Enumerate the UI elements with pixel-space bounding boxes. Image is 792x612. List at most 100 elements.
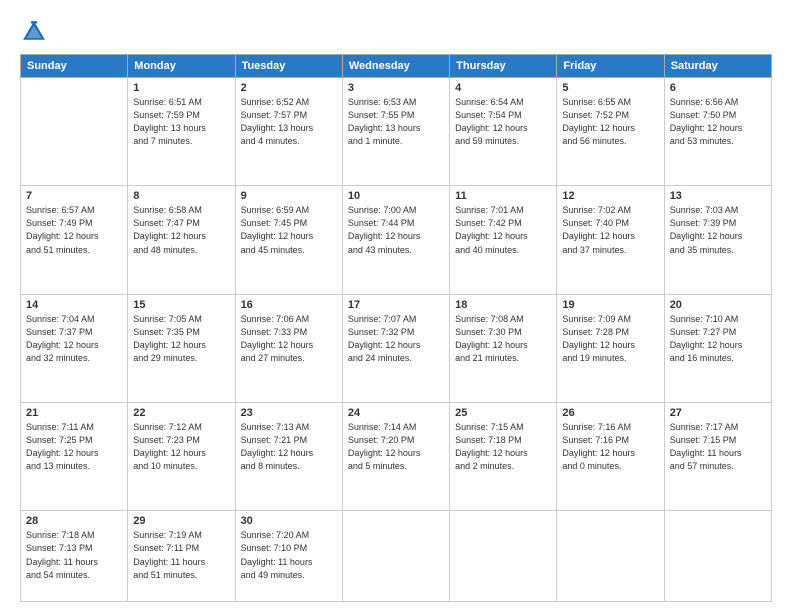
calendar-cell: 14 Sunrise: 7:04 AMSunset: 7:37 PMDayligh… <box>21 294 128 402</box>
day-number: 21 <box>26 407 122 419</box>
calendar-cell: 25Sunrise: 7:15 AMSunset: 7:18 PMDayligh… <box>450 403 557 511</box>
logo-icon <box>20 18 48 46</box>
calendar-cell: 9 Sunrise: 6:59 AMSunset: 7:45 PMDaylight… <box>235 186 342 294</box>
calendar-week-4: 21 Sunrise: 7:11 AMSunset: 7:25 PMDayligh… <box>21 403 772 511</box>
calendar-cell: 24 Sunrise: 7:14 AMSunset: 7:20 PMDayligh… <box>342 403 449 511</box>
calendar-cell <box>557 511 664 602</box>
day-info: Sunrise: 6:56 AMSunset: 7:50 PMDaylight:… <box>670 96 766 148</box>
day-info: Sunrise: 7:01 AMSunset: 7:42 PMDaylight:… <box>455 204 551 256</box>
calendar-cell: 3 Sunrise: 6:53 AMSunset: 7:55 PMDaylight… <box>342 78 449 186</box>
day-number: 4 <box>455 82 551 94</box>
calendar-week-5: 28 Sunrise: 7:18 AMSunset: 7:13 PMDayligh… <box>21 511 772 602</box>
day-info: Sunrise: 7:02 AMSunset: 7:40 PMDaylight:… <box>562 204 658 256</box>
header <box>20 18 772 46</box>
day-number: 7 <box>26 190 122 202</box>
calendar-cell: 18Sunrise: 7:08 AMSunset: 7:30 PMDayligh… <box>450 294 557 402</box>
day-number: 26 <box>562 407 658 419</box>
page: SundayMondayTuesdayWednesdayThursdayFrid… <box>0 0 792 612</box>
day-number: 14 <box>26 299 122 311</box>
day-number: 12 <box>562 190 658 202</box>
calendar-cell: 12 Sunrise: 7:02 AMSunset: 7:40 PMDayligh… <box>557 186 664 294</box>
day-number: 27 <box>670 407 766 419</box>
day-info: Sunrise: 7:10 AMSunset: 7:27 PMDaylight:… <box>670 313 766 365</box>
day-number: 19 <box>562 299 658 311</box>
day-number: 30 <box>241 515 337 527</box>
calendar-cell: 20Sunrise: 7:10 AMSunset: 7:27 PMDayligh… <box>664 294 771 402</box>
day-number: 5 <box>562 82 658 94</box>
day-info: Sunrise: 6:53 AMSunset: 7:55 PMDaylight:… <box>348 96 444 148</box>
day-number: 2 <box>241 82 337 94</box>
calendar-cell: 21 Sunrise: 7:11 AMSunset: 7:25 PMDayligh… <box>21 403 128 511</box>
day-number: 11 <box>455 190 551 202</box>
day-info: Sunrise: 7:00 AMSunset: 7:44 PMDaylight:… <box>348 204 444 256</box>
day-number: 18 <box>455 299 551 311</box>
day-info: Sunrise: 6:55 AMSunset: 7:52 PMDaylight:… <box>562 96 658 148</box>
day-info: Sunrise: 6:57 AMSunset: 7:49 PMDaylight:… <box>26 204 122 256</box>
day-info: Sunrise: 6:51 AMSunset: 7:59 PMDaylight:… <box>133 96 229 148</box>
day-number: 15 <box>133 299 229 311</box>
day-info: Sunrise: 7:14 AMSunset: 7:20 PMDaylight:… <box>348 421 444 473</box>
day-number: 28 <box>26 515 122 527</box>
calendar-cell: 5 Sunrise: 6:55 AMSunset: 7:52 PMDaylight… <box>557 78 664 186</box>
calendar-cell: 30 Sunrise: 7:20 AMSunset: 7:10 PMDayligh… <box>235 511 342 602</box>
calendar-cell: 22 Sunrise: 7:12 AMSunset: 7:23 PMDayligh… <box>128 403 235 511</box>
day-number: 1 <box>133 82 229 94</box>
day-info: Sunrise: 7:17 AMSunset: 7:15 PMDaylight:… <box>670 421 766 473</box>
calendar-cell: 26 Sunrise: 7:16 AMSunset: 7:16 PMDayligh… <box>557 403 664 511</box>
day-number: 25 <box>455 407 551 419</box>
calendar-cell: 15Sunrise: 7:05 AMSunset: 7:35 PMDayligh… <box>128 294 235 402</box>
calendar-table: SundayMondayTuesdayWednesdayThursdayFrid… <box>20 54 772 602</box>
day-number: 29 <box>133 515 229 527</box>
calendar-cell <box>450 511 557 602</box>
calendar-cell: 1 Sunrise: 6:51 AMSunset: 7:59 PMDaylight… <box>128 78 235 186</box>
calendar-cell: 11 Sunrise: 7:01 AMSunset: 7:42 PMDayligh… <box>450 186 557 294</box>
calendar-header-row: SundayMondayTuesdayWednesdayThursdayFrid… <box>21 55 772 78</box>
calendar-cell: 29 Sunrise: 7:19 AMSunset: 7:11 PMDayligh… <box>128 511 235 602</box>
calendar-cell: 6 Sunrise: 6:56 AMSunset: 7:50 PMDaylight… <box>664 78 771 186</box>
logo <box>20 18 52 46</box>
calendar-cell: 28 Sunrise: 7:18 AMSunset: 7:13 PMDayligh… <box>21 511 128 602</box>
day-info: Sunrise: 7:13 AMSunset: 7:21 PMDaylight:… <box>241 421 337 473</box>
day-info: Sunrise: 7:09 AMSunset: 7:28 PMDaylight:… <box>562 313 658 365</box>
day-info: Sunrise: 7:12 AMSunset: 7:23 PMDaylight:… <box>133 421 229 473</box>
day-info: Sunrise: 7:20 AMSunset: 7:10 PMDaylight:… <box>241 529 337 581</box>
day-info: Sunrise: 6:58 AMSunset: 7:47 PMDaylight:… <box>133 204 229 256</box>
calendar-cell: 10Sunrise: 7:00 AMSunset: 7:44 PMDayligh… <box>342 186 449 294</box>
day-info: Sunrise: 7:03 AMSunset: 7:39 PMDaylight:… <box>670 204 766 256</box>
calendar-cell: 19 Sunrise: 7:09 AMSunset: 7:28 PMDayligh… <box>557 294 664 402</box>
day-info: Sunrise: 7:16 AMSunset: 7:16 PMDaylight:… <box>562 421 658 473</box>
day-header-monday: Monday <box>128 55 235 78</box>
day-number: 23 <box>241 407 337 419</box>
calendar-cell: 4Sunrise: 6:54 AMSunset: 7:54 PMDaylight… <box>450 78 557 186</box>
calendar-week-2: 7 Sunrise: 6:57 AMSunset: 7:49 PMDaylight… <box>21 186 772 294</box>
calendar-cell <box>342 511 449 602</box>
day-number: 16 <box>241 299 337 311</box>
calendar-cell: 8Sunrise: 6:58 AMSunset: 7:47 PMDaylight… <box>128 186 235 294</box>
day-number: 3 <box>348 82 444 94</box>
day-header-wednesday: Wednesday <box>342 55 449 78</box>
calendar-cell: 23 Sunrise: 7:13 AMSunset: 7:21 PMDayligh… <box>235 403 342 511</box>
calendar-cell: 17 Sunrise: 7:07 AMSunset: 7:32 PMDayligh… <box>342 294 449 402</box>
day-number: 24 <box>348 407 444 419</box>
day-header-thursday: Thursday <box>450 55 557 78</box>
calendar-cell: 13 Sunrise: 7:03 AMSunset: 7:39 PMDayligh… <box>664 186 771 294</box>
calendar-cell: 16 Sunrise: 7:06 AMSunset: 7:33 PMDayligh… <box>235 294 342 402</box>
day-header-tuesday: Tuesday <box>235 55 342 78</box>
day-info: Sunrise: 7:07 AMSunset: 7:32 PMDaylight:… <box>348 313 444 365</box>
calendar-week-3: 14 Sunrise: 7:04 AMSunset: 7:37 PMDayligh… <box>21 294 772 402</box>
day-header-friday: Friday <box>557 55 664 78</box>
day-header-sunday: Sunday <box>21 55 128 78</box>
day-info: Sunrise: 7:06 AMSunset: 7:33 PMDaylight:… <box>241 313 337 365</box>
day-info: Sunrise: 7:19 AMSunset: 7:11 PMDaylight:… <box>133 529 229 581</box>
day-number: 13 <box>670 190 766 202</box>
day-info: Sunrise: 7:11 AMSunset: 7:25 PMDaylight:… <box>26 421 122 473</box>
day-header-saturday: Saturday <box>664 55 771 78</box>
calendar-cell <box>664 511 771 602</box>
day-info: Sunrise: 6:59 AMSunset: 7:45 PMDaylight:… <box>241 204 337 256</box>
day-info: Sunrise: 7:18 AMSunset: 7:13 PMDaylight:… <box>26 529 122 581</box>
day-number: 22 <box>133 407 229 419</box>
day-info: Sunrise: 7:04 AMSunset: 7:37 PMDaylight:… <box>26 313 122 365</box>
day-number: 6 <box>670 82 766 94</box>
day-number: 9 <box>241 190 337 202</box>
day-number: 17 <box>348 299 444 311</box>
